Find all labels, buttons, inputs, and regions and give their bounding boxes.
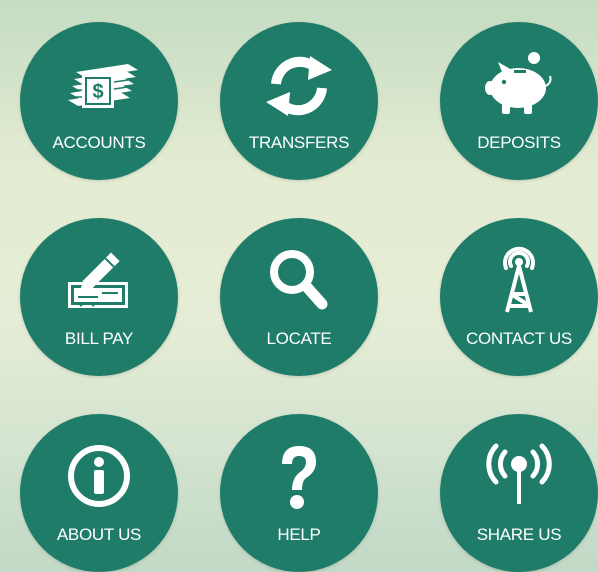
signal-icon <box>474 438 564 518</box>
share-us-button[interactable]: SHARE US <box>440 414 598 572</box>
about-us-label: ABOUT US <box>56 525 142 544</box>
share-us-label: SHARE US <box>476 525 562 544</box>
locate-label: LOCATE <box>266 329 332 348</box>
piggy-bank-icon <box>474 46 564 126</box>
check-pencil-icon <box>54 242 144 322</box>
help-label: HELP <box>277 525 321 544</box>
contact-us-button[interactable]: CONTACT US <box>440 218 598 376</box>
refresh-arrows-icon <box>254 46 344 126</box>
transfers-label: TRANSFERS <box>248 133 350 152</box>
broadcast-tower-icon <box>474 242 564 322</box>
magnifier-icon <box>254 242 344 322</box>
accounts-button[interactable]: $ ACCOUNTS <box>20 22 178 180</box>
transfers-button[interactable]: TRANSFERS <box>220 22 378 180</box>
question-mark-icon <box>254 438 344 518</box>
money-stack-icon: $ <box>54 46 144 126</box>
bill-pay-label: BILL PAY <box>64 329 134 348</box>
deposits-label: DEPOSITS <box>477 133 561 152</box>
about-us-button[interactable]: ABOUT US <box>20 414 178 572</box>
locate-button[interactable]: LOCATE <box>220 218 378 376</box>
contact-us-label: CONTACT US <box>466 329 572 348</box>
svg-text:$: $ <box>92 81 103 103</box>
deposits-button[interactable]: DEPOSITS <box>440 22 598 180</box>
info-icon <box>54 438 144 518</box>
bill-pay-button[interactable]: BILL PAY <box>20 218 178 376</box>
accounts-label: ACCOUNTS <box>52 133 146 152</box>
help-button[interactable]: HELP <box>220 414 378 572</box>
